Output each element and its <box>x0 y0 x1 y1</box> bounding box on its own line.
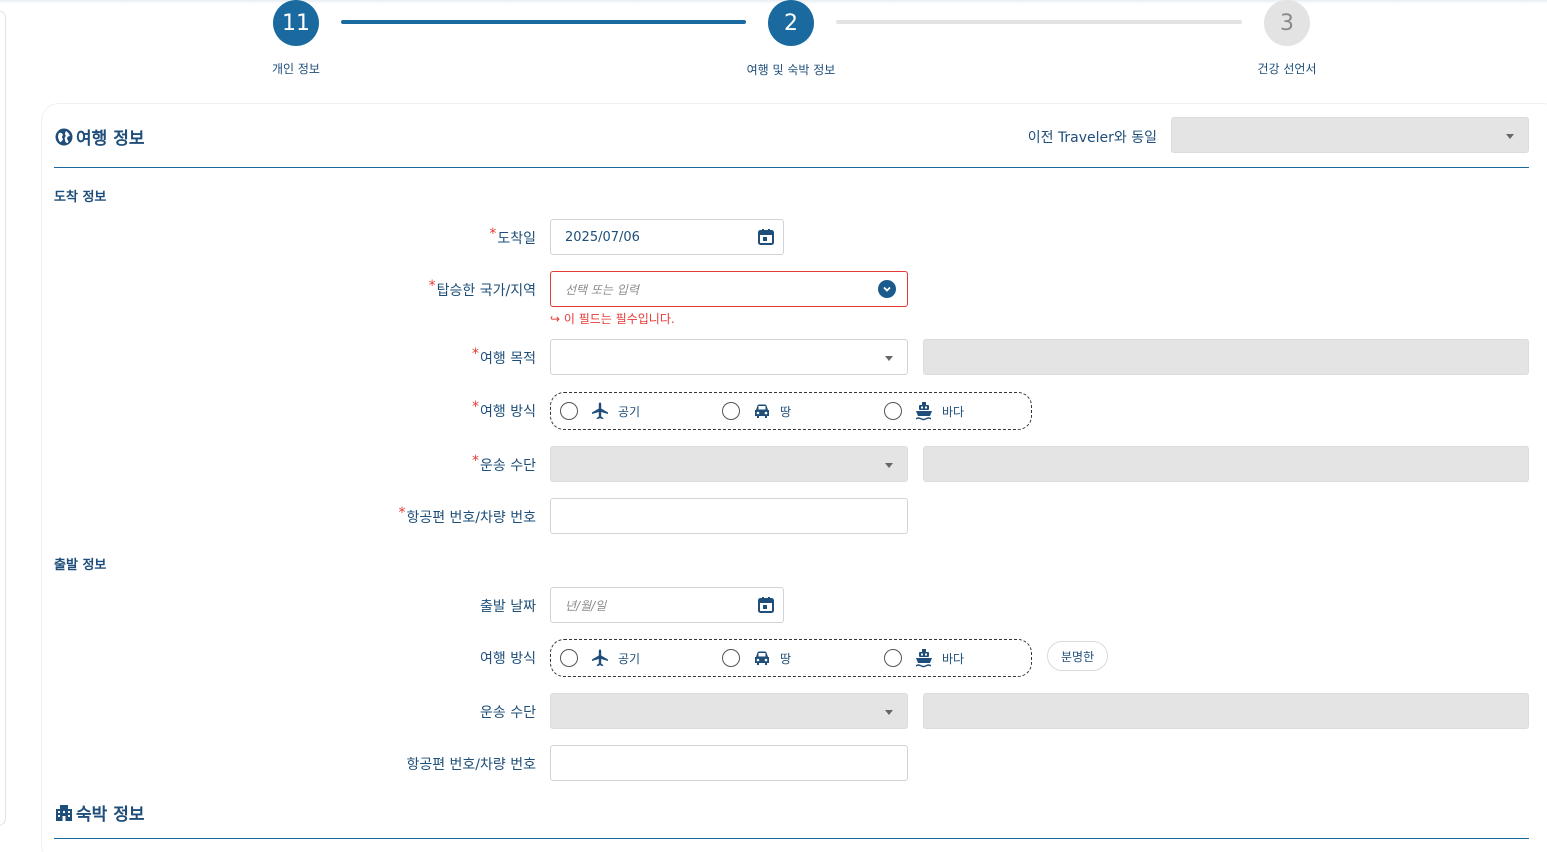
arrival-mode-sea[interactable]: 바다 <box>884 393 964 429</box>
travel-section-title: 여행 정보 <box>54 124 144 149</box>
departure-transport-select[interactable] <box>550 693 908 729</box>
arrival-mode-label: *여행 방식 <box>472 399 536 420</box>
boarding-country-combobox[interactable]: 선택 또는 입력 <box>550 271 908 307</box>
required-mark: * <box>398 505 406 521</box>
arrival-mode-air[interactable]: 공기 <box>560 393 640 429</box>
lodging-section-divider <box>54 838 1529 839</box>
radio-button[interactable] <box>560 402 578 420</box>
required-mark: * <box>472 346 480 362</box>
step-3[interactable]: 3 건강 선언서 <box>1227 0 1347 77</box>
required-mark: * <box>428 278 436 294</box>
departure-mode-air[interactable]: 공기 <box>560 640 640 676</box>
calendar-icon[interactable] <box>757 596 775 618</box>
departure-mode-sea-label: 바다 <box>942 651 965 666</box>
departure-subtitle: 출발 정보 <box>54 558 107 573</box>
left-panel-edge <box>0 10 6 826</box>
arrival-subtitle: 도착 정보 <box>54 190 107 205</box>
required-mark: * <box>472 399 480 415</box>
departure-date-placeholder: 년/월/일 <box>565 598 607 613</box>
travel-purpose-select[interactable] <box>550 339 908 375</box>
arrival-date-label: *도착일 <box>489 226 536 247</box>
departure-flight-label: 항공편 번호/차량 번호 <box>406 757 536 773</box>
step-connector-1 <box>341 20 746 24</box>
departure-mode-air-label: 공기 <box>618 651 641 666</box>
departure-mode-land-label: 땅 <box>780 651 792 666</box>
chevron-down-icon <box>1506 134 1514 139</box>
arrival-mode-radio-group: 공기 땅 바다 <box>550 392 1032 430</box>
radio-button[interactable] <box>722 649 740 667</box>
arrival-date-input[interactable]: 2025/07/06 <box>550 219 784 255</box>
departure-mode-sea[interactable]: 바다 <box>884 640 964 676</box>
departure-transport-label: 운송 수단 <box>480 705 536 721</box>
departure-flight-input[interactable] <box>550 745 908 781</box>
travel-section-title-text: 여행 정보 <box>76 129 145 149</box>
departure-mode-label: 여행 방식 <box>480 651 536 667</box>
arrival-mode-air-label: 공기 <box>618 404 641 419</box>
car-icon <box>752 648 772 668</box>
arrival-mode-land[interactable]: 땅 <box>722 393 791 429</box>
ship-icon <box>914 648 934 668</box>
page-root: 11 개인 정보 2 여행 및 숙박 정보 3 건강 선언서 여행 정보 이전 … <box>0 0 1547 852</box>
arrival-mode-sea-label: 바다 <box>942 404 965 419</box>
step-1-circle: 11 <box>273 0 319 46</box>
arrival-flight-input[interactable] <box>550 498 908 534</box>
step-connector-2 <box>836 20 1242 24</box>
departure-mode-radio-group: 공기 땅 바다 <box>550 639 1032 677</box>
step-2-label: 여행 및 숙박 정보 <box>746 63 836 77</box>
chevron-down-icon[interactable] <box>878 280 896 298</box>
calendar-icon[interactable] <box>757 228 775 250</box>
departure-date-input[interactable]: 년/월/일 <box>550 587 784 623</box>
same-as-previous-label: 이전 Traveler와 동일 <box>1027 130 1157 146</box>
step-1[interactable]: 11 개인 정보 <box>236 0 356 77</box>
travel-purpose-label: *여행 목적 <box>472 346 536 367</box>
step-2-circle: 2 <box>768 0 814 46</box>
arrival-date-value: 2025/07/06 <box>565 229 640 245</box>
step-1-label: 개인 정보 <box>272 62 320 76</box>
departure-mode-land[interactable]: 땅 <box>722 640 791 676</box>
same-as-previous-select[interactable] <box>1171 117 1529 153</box>
boarding-country-error: ↪ 이 필드는 필수입니다. <box>550 312 675 326</box>
radio-button[interactable] <box>884 649 902 667</box>
boarding-country-placeholder: 선택 또는 입력 <box>565 282 639 297</box>
required-mark: * <box>489 226 497 242</box>
building-icon <box>54 803 74 823</box>
arrival-mode-land-label: 땅 <box>780 404 792 419</box>
radio-button[interactable] <box>884 402 902 420</box>
travel-section-divider <box>54 167 1529 168</box>
arrival-transport-select[interactable] <box>550 446 908 482</box>
airplane-icon <box>590 401 610 421</box>
lodging-section-title-text: 숙박 정보 <box>76 805 145 825</box>
step-3-label: 건강 선언서 <box>1257 62 1317 76</box>
ship-icon <box>914 401 934 421</box>
airplane-icon <box>590 648 610 668</box>
clear-departure-mode-button[interactable]: 분명한 <box>1047 641 1109 671</box>
chevron-down-icon <box>885 463 893 468</box>
arrival-transport-label: *운송 수단 <box>472 453 536 474</box>
departure-date-label: 출발 날짜 <box>480 599 536 615</box>
lodging-section-title: 숙박 정보 <box>54 800 144 825</box>
radio-button[interactable] <box>722 402 740 420</box>
arrival-flight-label: *항공편 번호/차량 번호 <box>398 505 536 526</box>
boarding-country-label: *탑승한 국가/지역 <box>428 278 536 299</box>
step-3-circle: 3 <box>1264 0 1310 46</box>
chevron-down-icon <box>885 356 893 361</box>
radio-button[interactable] <box>560 649 578 667</box>
arrival-transport-other-input <box>923 446 1529 482</box>
departure-transport-other-input <box>923 693 1529 729</box>
chevron-down-icon <box>885 710 893 715</box>
globe-icon <box>54 127 74 147</box>
step-2[interactable]: 2 여행 및 숙박 정보 <box>731 0 851 78</box>
travel-purpose-other-input <box>923 339 1529 375</box>
required-mark: * <box>472 453 480 469</box>
car-icon <box>752 401 772 421</box>
